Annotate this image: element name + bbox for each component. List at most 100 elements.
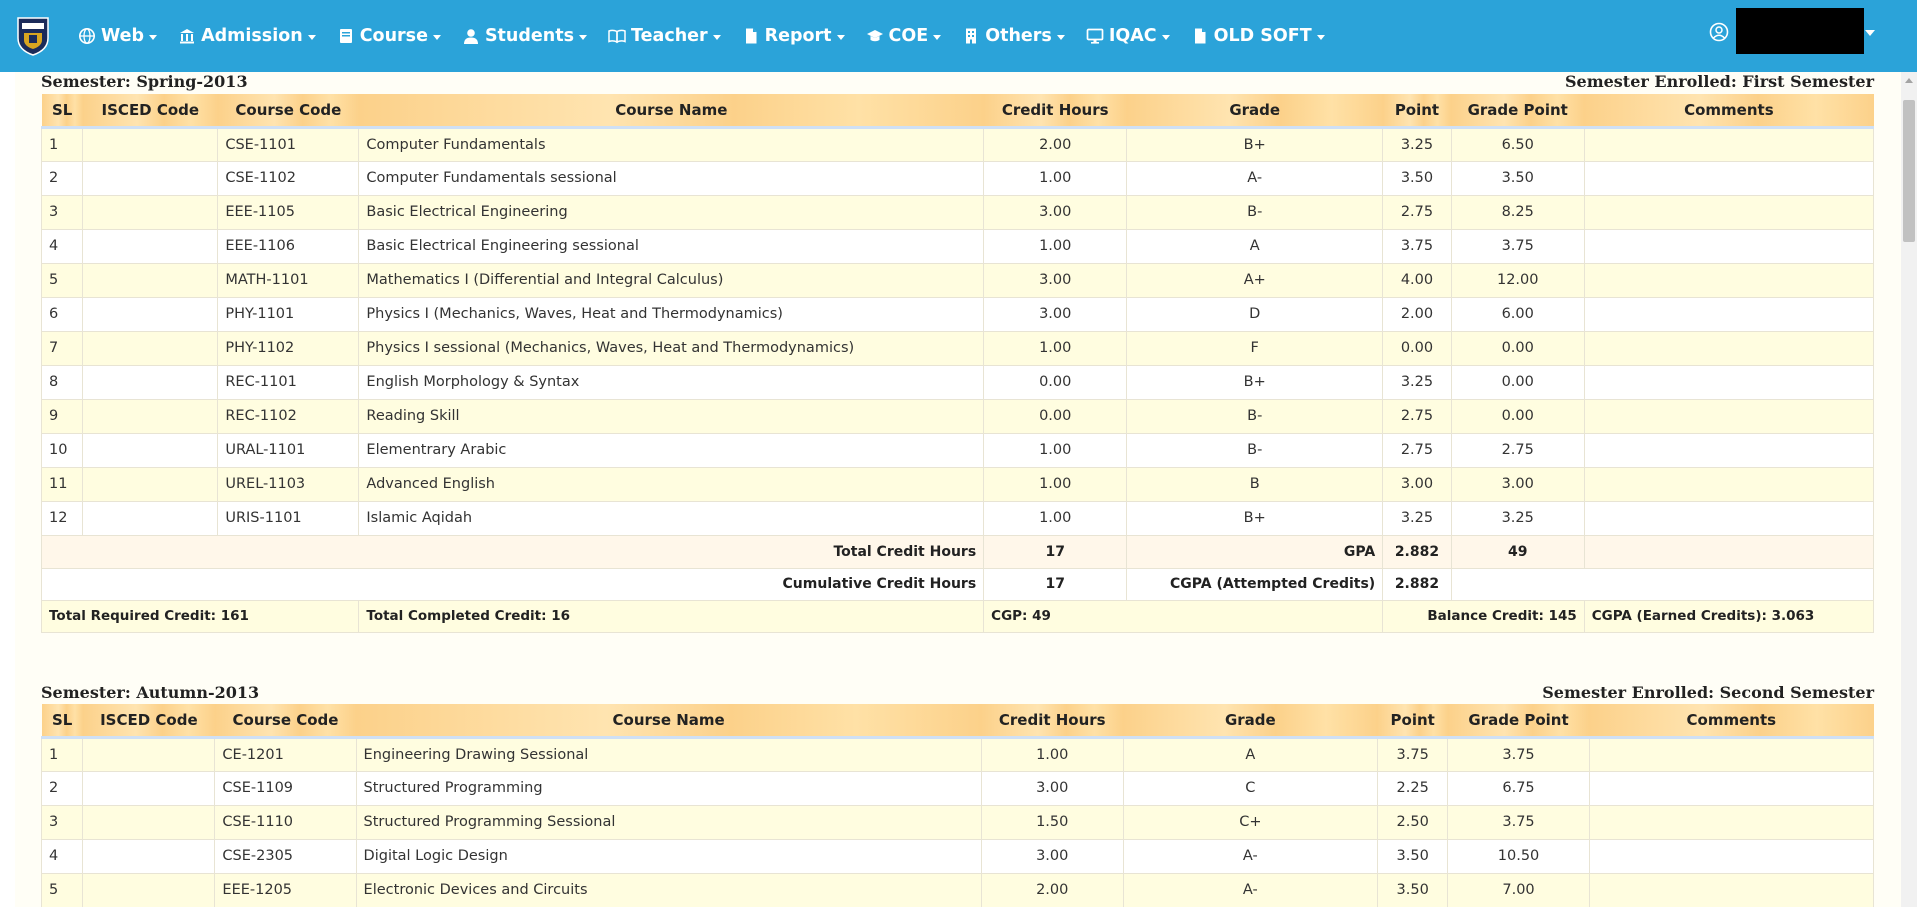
nav-item-students[interactable]: Students <box>462 26 588 46</box>
nav-item-others[interactable]: Others <box>962 26 1065 46</box>
nav-item-course[interactable]: Course <box>337 26 441 46</box>
cell-grade: A- <box>1126 160 1384 196</box>
cell-point: 3.50 <box>1376 872 1449 907</box>
nav-item-label: Students <box>484 26 575 46</box>
column-header-isced-code: ISCED Code <box>82 704 215 739</box>
cell-isced <box>82 262 219 298</box>
cell-gp: 2.75 <box>1450 432 1585 468</box>
cell-code: CE-1201 <box>214 736 357 772</box>
cell-sl: 2 <box>40 770 84 806</box>
chevron-down-icon <box>1161 34 1170 40</box>
cell-isced <box>82 872 216 907</box>
cell-sl: 4 <box>40 838 84 874</box>
desktop-icon <box>1086 27 1104 45</box>
table-row: 1 CSE-1101 Computer Fundamentals 2.00 B+ 3.25… <box>40 126 1875 162</box>
column-header-course-name: Course Name <box>356 704 982 739</box>
table-row: 1 CE-1201 Engineering Drawing Sessional 1.0… <box>40 736 1875 772</box>
cell-credit: 3.00 <box>983 262 1128 298</box>
cell-isced <box>82 432 219 468</box>
cell-credit: 1.00 <box>983 432 1128 468</box>
column-header-point: Point <box>1382 94 1452 129</box>
cell-comments <box>1588 736 1875 772</box>
cell-credit: 0.00 <box>983 364 1128 400</box>
table-row: 8 REC-1101 English Morphology & Syntax 0.00… <box>40 364 1875 400</box>
cell-gp: 6.75 <box>1447 770 1590 806</box>
nav-item-admission[interactable]: Admission <box>178 26 316 46</box>
vertical-scrollbar[interactable] <box>1901 72 1917 907</box>
scroll-up-arrow-icon[interactable] <box>1905 78 1913 83</box>
table-row: 9 REC-1102 Reading Skill 0.00 B- 2.75 0.00 <box>40 398 1875 434</box>
cell-sl: 2 <box>40 160 84 196</box>
cell-point: 0.00 <box>1382 330 1452 366</box>
cell-name: Structured Programming <box>355 770 982 806</box>
cell-credit: 3.00 <box>980 838 1124 874</box>
cell-point: 3.75 <box>1382 228 1452 264</box>
cell-sl: 1 <box>40 736 84 772</box>
semester-label: Semester: Spring-2013 <box>41 72 248 91</box>
cell-grade: B- <box>1126 194 1384 230</box>
cell-grade: F <box>1126 330 1384 366</box>
cell-name: Advanced English <box>358 466 985 502</box>
cgpa-attempted-label: CGPA (Attempted Credits) <box>1126 567 1384 601</box>
cell-name: Digital Logic Design <box>355 838 982 874</box>
table-row: 7 PHY-1102 Physics I sessional (Mechanics,… <box>40 330 1875 366</box>
nav-item-teacher[interactable]: Teacher <box>608 26 721 46</box>
cell-code: PHY-1102 <box>217 330 360 366</box>
cell-credit: 1.00 <box>983 500 1128 536</box>
cell-grade: B- <box>1126 398 1384 434</box>
nav-item-label: Web <box>101 26 145 46</box>
cell-code: EEE-1106 <box>217 228 360 264</box>
cell-point: 2.75 <box>1382 432 1452 468</box>
nav-item-label: IQAC <box>1108 26 1157 46</box>
nav-item-coe[interactable]: COE <box>866 26 942 46</box>
cell-gp: 0.00 <box>1450 398 1585 434</box>
total-credit-value: 17 <box>983 534 1128 569</box>
nav-item-old-soft[interactable]: OLD SOFT <box>1191 26 1325 46</box>
cell-sl: 12 <box>40 500 84 536</box>
column-header-course-name: Course Name <box>358 94 984 129</box>
cell-code: CSE-1109 <box>214 770 357 806</box>
cell-gp: 6.50 <box>1450 126 1585 162</box>
cell-gp: 8.25 <box>1450 194 1585 230</box>
cell-grade: B- <box>1126 432 1384 468</box>
user-circle-icon[interactable] <box>1709 22 1729 42</box>
column-header-course-code: Course Code <box>214 704 357 739</box>
nav-item-report[interactable]: Report <box>742 26 845 46</box>
column-header-course-code: Course Code <box>217 94 359 129</box>
chevron-down-icon <box>1316 34 1325 40</box>
cell-code: UREL-1103 <box>217 466 360 502</box>
gpa-label: GPA <box>1126 534 1384 569</box>
cell-name: Basic Electrical Engineering <box>358 194 985 230</box>
university-logo-icon[interactable] <box>16 16 50 56</box>
cgpa-earned-credits: CGPA (Earned Credits): 3.063 <box>1583 599 1875 633</box>
chevron-down-icon <box>933 34 942 40</box>
scrollbar-thumb[interactable] <box>1903 100 1915 242</box>
cell-point: 2.75 <box>1382 194 1452 230</box>
cell-gp: 12.00 <box>1450 262 1585 298</box>
nav-item-web[interactable]: Web <box>78 26 158 46</box>
user-name-redacted[interactable] <box>1736 8 1864 54</box>
cell-grade: C+ <box>1122 804 1378 840</box>
cell-code: CSE-1110 <box>214 804 357 840</box>
semester-enrolled: Semester Enrolled: Second Semester <box>1542 683 1874 702</box>
cell-grade: D <box>1126 296 1384 332</box>
table-row: 4 CSE-2305 Digital Logic Design 3.00 A- 3.50 1… <box>40 838 1875 874</box>
user-menu-chevron-down-icon[interactable] <box>1865 30 1875 36</box>
chevron-down-icon <box>579 34 588 40</box>
nav-item-label: Report <box>764 26 832 46</box>
chevron-down-icon <box>432 34 441 40</box>
column-header-sl: SL <box>41 94 83 129</box>
cell-grade: B+ <box>1126 500 1384 536</box>
chevron-down-icon <box>712 34 721 40</box>
cell-comments <box>1583 228 1875 264</box>
cell-point: 2.50 <box>1376 804 1449 840</box>
cell-comments <box>1583 330 1875 366</box>
file-icon <box>742 27 760 45</box>
nav-item-label: Admission <box>201 26 303 46</box>
nav-item-iqac[interactable]: IQAC <box>1086 26 1170 46</box>
table-row: 3 EEE-1105 Basic Electrical Engineering 3.0… <box>40 194 1875 230</box>
cell-point: 3.25 <box>1382 364 1452 400</box>
cell-gp: 0.00 <box>1450 330 1585 366</box>
cell-comments <box>1583 126 1875 162</box>
cell-code: CSE-1102 <box>217 160 360 196</box>
